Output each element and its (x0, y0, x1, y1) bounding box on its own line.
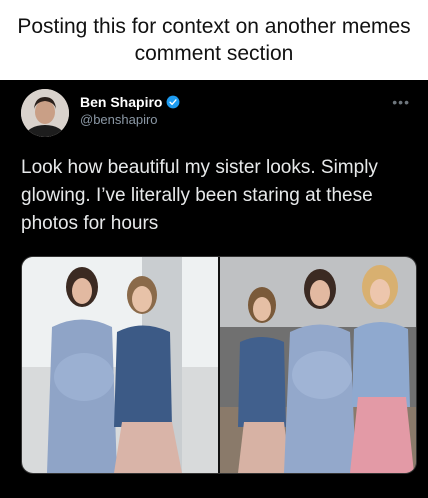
author-handle[interactable]: @benshapiro (80, 112, 158, 127)
tweet-photo[interactable] (21, 256, 417, 474)
tweet-text: Look how beautiful my sister looks. Simp… (21, 157, 378, 234)
author-name[interactable]: Ben Shapiro (80, 94, 162, 110)
profile-photo (21, 89, 69, 137)
verified-badge-icon (167, 95, 180, 109)
photo-illustration (22, 257, 416, 473)
caption-text: Posting this for context on another meme… (17, 15, 411, 65)
tweet-card: Ben Shapiro @benshapiro ••• Look how bea… (0, 80, 428, 498)
more-options-icon[interactable]: ••• (392, 94, 410, 110)
avatar[interactable] (21, 89, 69, 137)
author-row: Ben Shapiro (80, 94, 180, 110)
meme-caption: Posting this for context on another meme… (0, 0, 428, 80)
